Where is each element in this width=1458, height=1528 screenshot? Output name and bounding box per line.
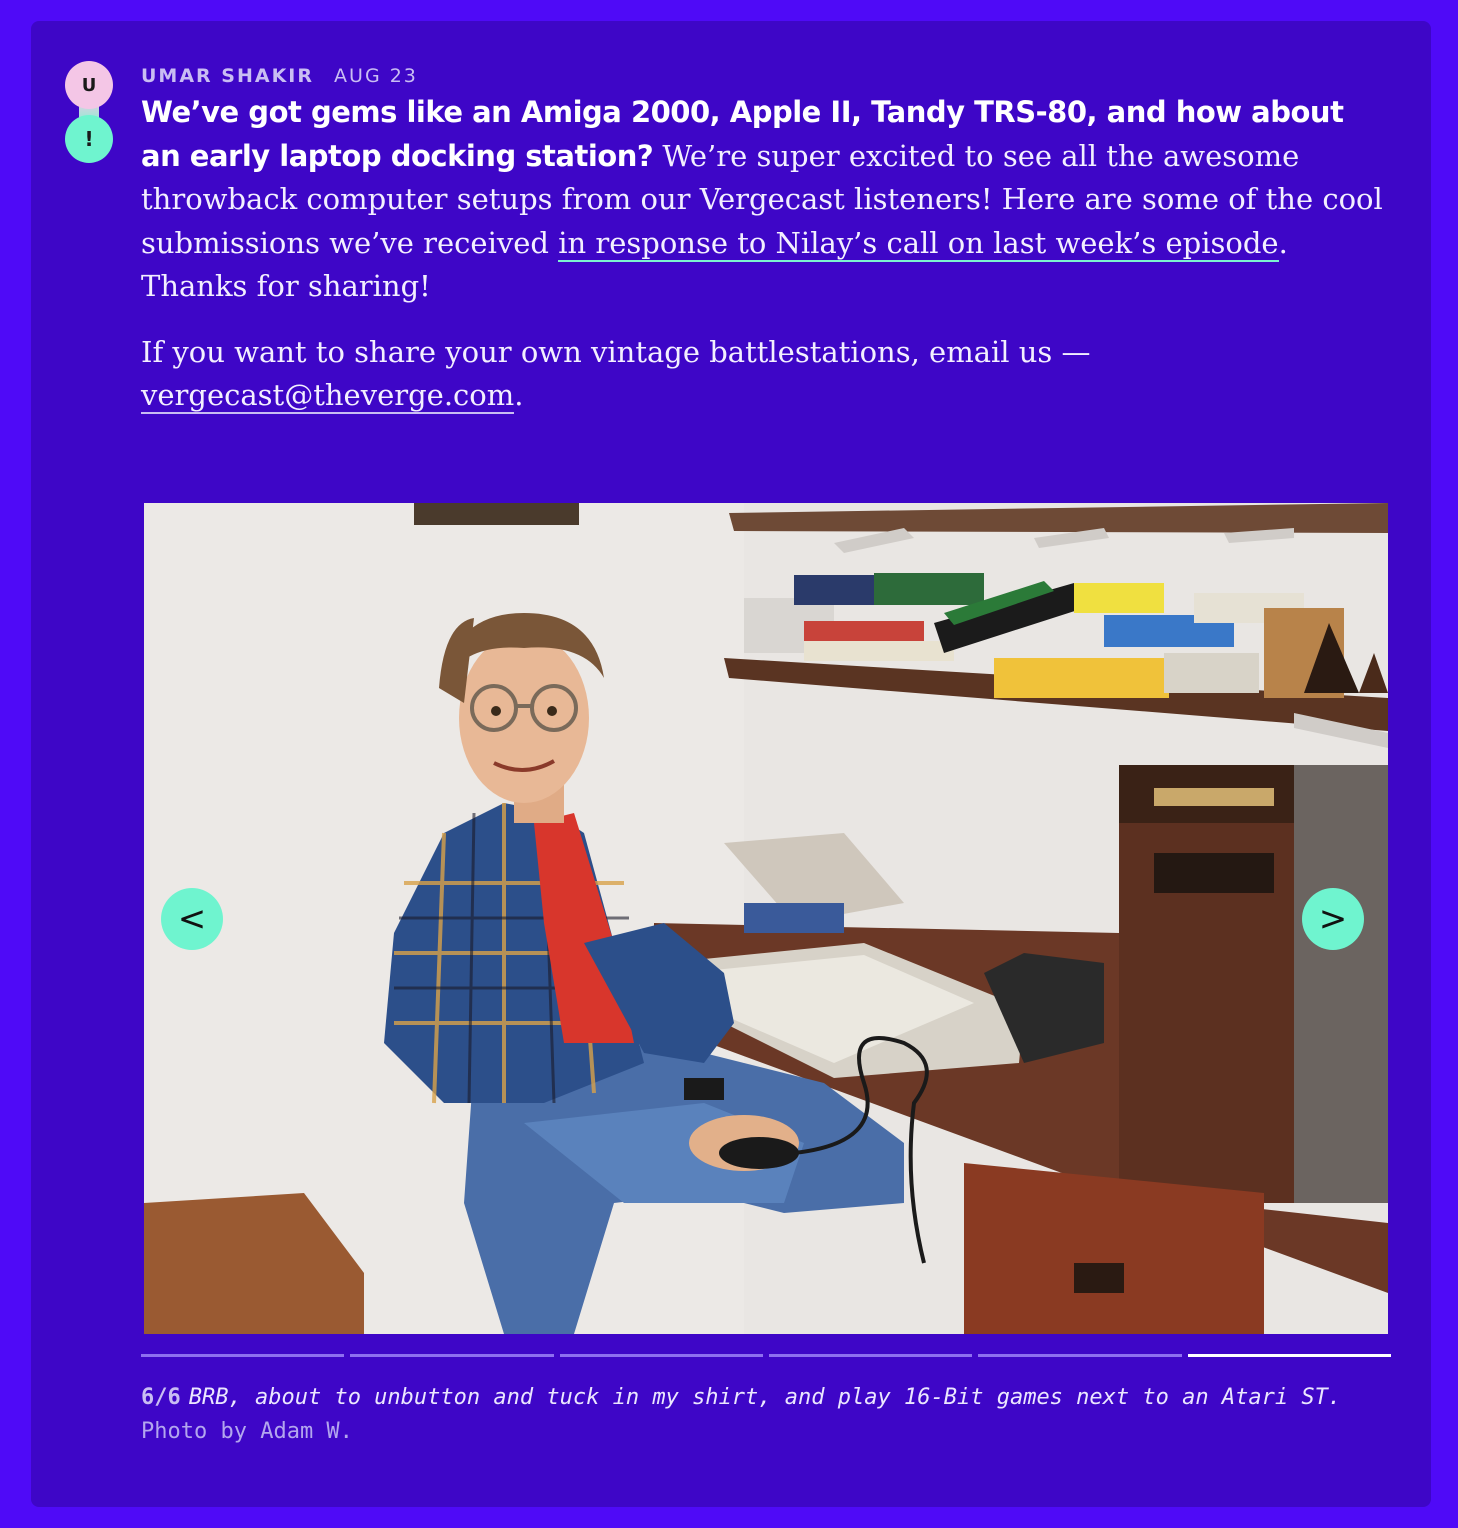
storystream-card: U ! UMAR SHAKIR AUG 23 We’ve got gems li… <box>31 21 1431 1507</box>
photo-credit: Photo by Adam W. <box>141 1419 353 1444</box>
gallery-photo <box>144 503 1388 1334</box>
gallery-progress-segment[interactable] <box>559 1354 763 1357</box>
share-text: If you want to share your own vintage ba… <box>141 334 1091 369</box>
post-meta: UMAR SHAKIR AUG 23 <box>141 65 418 87</box>
gallery-counter: 6/6 <box>141 1385 181 1410</box>
post-date: AUG 23 <box>334 65 418 87</box>
gallery-progress-segment-active[interactable] <box>1187 1354 1391 1357</box>
photo-illustration <box>144 503 1388 1334</box>
post-body: We’ve got gems like an Amiga 2000, Apple… <box>141 91 1391 440</box>
gallery-next-button[interactable]: > <box>1302 888 1364 950</box>
gallery-prev-button[interactable]: < <box>161 888 223 950</box>
episode-link[interactable]: in response to Nilay’s call on last week… <box>558 225 1279 262</box>
gallery-progress-segment[interactable] <box>978 1354 1182 1357</box>
author-name[interactable]: UMAR SHAKIR <box>141 65 314 87</box>
author-avatar[interactable]: U ! <box>65 61 113 165</box>
gallery-caption: 6/6 BRB, about to unbutton and tuck in my… <box>141 1381 1371 1449</box>
email-link[interactable]: vergecast@theverge.com <box>141 378 515 414</box>
gallery-progress-segment[interactable] <box>141 1354 345 1357</box>
post-paragraph-1: We’ve got gems like an Amiga 2000, Apple… <box>141 91 1391 309</box>
gallery-progress-segment[interactable] <box>768 1354 973 1357</box>
gallery-progress <box>141 1354 1391 1358</box>
avatar-initial: U <box>65 61 113 109</box>
gallery-progress-segment[interactable] <box>350 1354 554 1357</box>
post-paragraph-2: If you want to share your own vintage ba… <box>141 331 1391 418</box>
alert-icon: ! <box>65 115 113 163</box>
share-end: . <box>514 378 524 412</box>
caption-text: BRB, about to unbutton and tuck in my sh… <box>188 1385 1342 1410</box>
